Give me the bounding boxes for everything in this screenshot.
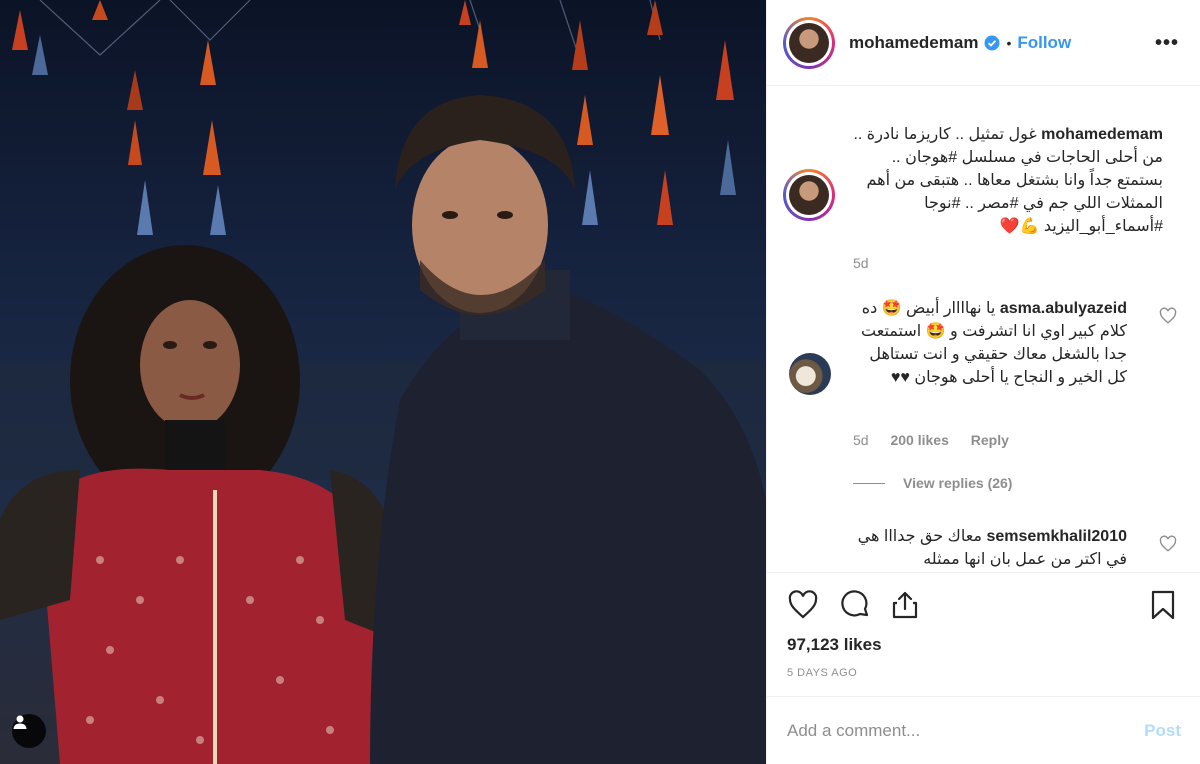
comment-heart-icon[interactable] — [1159, 535, 1177, 553]
follow-button[interactable]: Follow — [1017, 33, 1071, 53]
author-username[interactable]: mohamedemam — [849, 33, 978, 53]
likes-count[interactable]: 97,123 likes — [787, 635, 882, 655]
caption-username[interactable]: mohamedemam — [1041, 126, 1163, 143]
comments-list[interactable]: mohamedemam غول تمثيل .. كاريزما نادرة .… — [767, 87, 1200, 571]
author-avatar[interactable] — [783, 16, 835, 69]
comment-username[interactable]: semsemkhalil2010 — [986, 528, 1127, 545]
comment-box: Post — [767, 696, 1200, 764]
comment-text-block: asma.abulyazeid يا نهاااار أبيض 🤩 ده كلا… — [853, 297, 1127, 389]
comment-text-block: semsemkhalil2010 معاك حق جدااا هي في اكت… — [853, 525, 1127, 571]
post-button[interactable]: Post — [1144, 721, 1181, 741]
post-actions: 97,123 likes 5 DAYS AGO — [767, 572, 1200, 692]
reply-button[interactable]: Reply — [971, 432, 1009, 448]
caption-text-block: mohamedemam غول تمثيل .. كاريزما نادرة .… — [853, 123, 1163, 238]
commenter-avatar[interactable] — [789, 353, 831, 395]
more-icon[interactable]: ••• — [1155, 32, 1179, 55]
avatar-image — [789, 175, 829, 215]
view-replies-button[interactable]: View replies (26) — [853, 475, 1012, 491]
heart-icon[interactable] — [787, 589, 819, 621]
comment-time: 5d — [853, 432, 869, 448]
avatar-image — [789, 22, 829, 63]
share-icon[interactable] — [889, 589, 921, 621]
post-panel: mohamedemam • Follow ••• mohamedemam غول… — [766, 0, 1200, 764]
comment-heart-icon[interactable] — [1159, 307, 1177, 325]
comment-icon[interactable] — [839, 589, 871, 621]
user-tag-icon — [13, 715, 27, 729]
comment-meta: 5d 200 likes Reply — [853, 432, 1027, 448]
post-header: mohamedemam • Follow ••• — [767, 0, 1200, 86]
caption-time: 5d — [853, 255, 869, 271]
bookmark-icon[interactable] — [1147, 589, 1179, 621]
verified-icon — [984, 35, 1000, 50]
photo-illustration — [0, 0, 766, 764]
user-tag-button[interactable] — [12, 714, 46, 748]
caption-emojis: 💪❤️ — [999, 218, 1040, 235]
post-photo[interactable] — [0, 0, 766, 764]
comment-username[interactable]: asma.abulyazeid — [1000, 300, 1127, 317]
post-timestamp: 5 DAYS AGO — [787, 667, 858, 679]
comment-input[interactable] — [787, 720, 1145, 741]
replies-divider — [853, 482, 885, 484]
caption-avatar[interactable] — [783, 169, 835, 221]
view-replies-label: View replies (26) — [903, 475, 1013, 491]
comment-likes[interactable]: 200 likes — [890, 432, 948, 448]
separator-dot: • — [1006, 34, 1012, 51]
